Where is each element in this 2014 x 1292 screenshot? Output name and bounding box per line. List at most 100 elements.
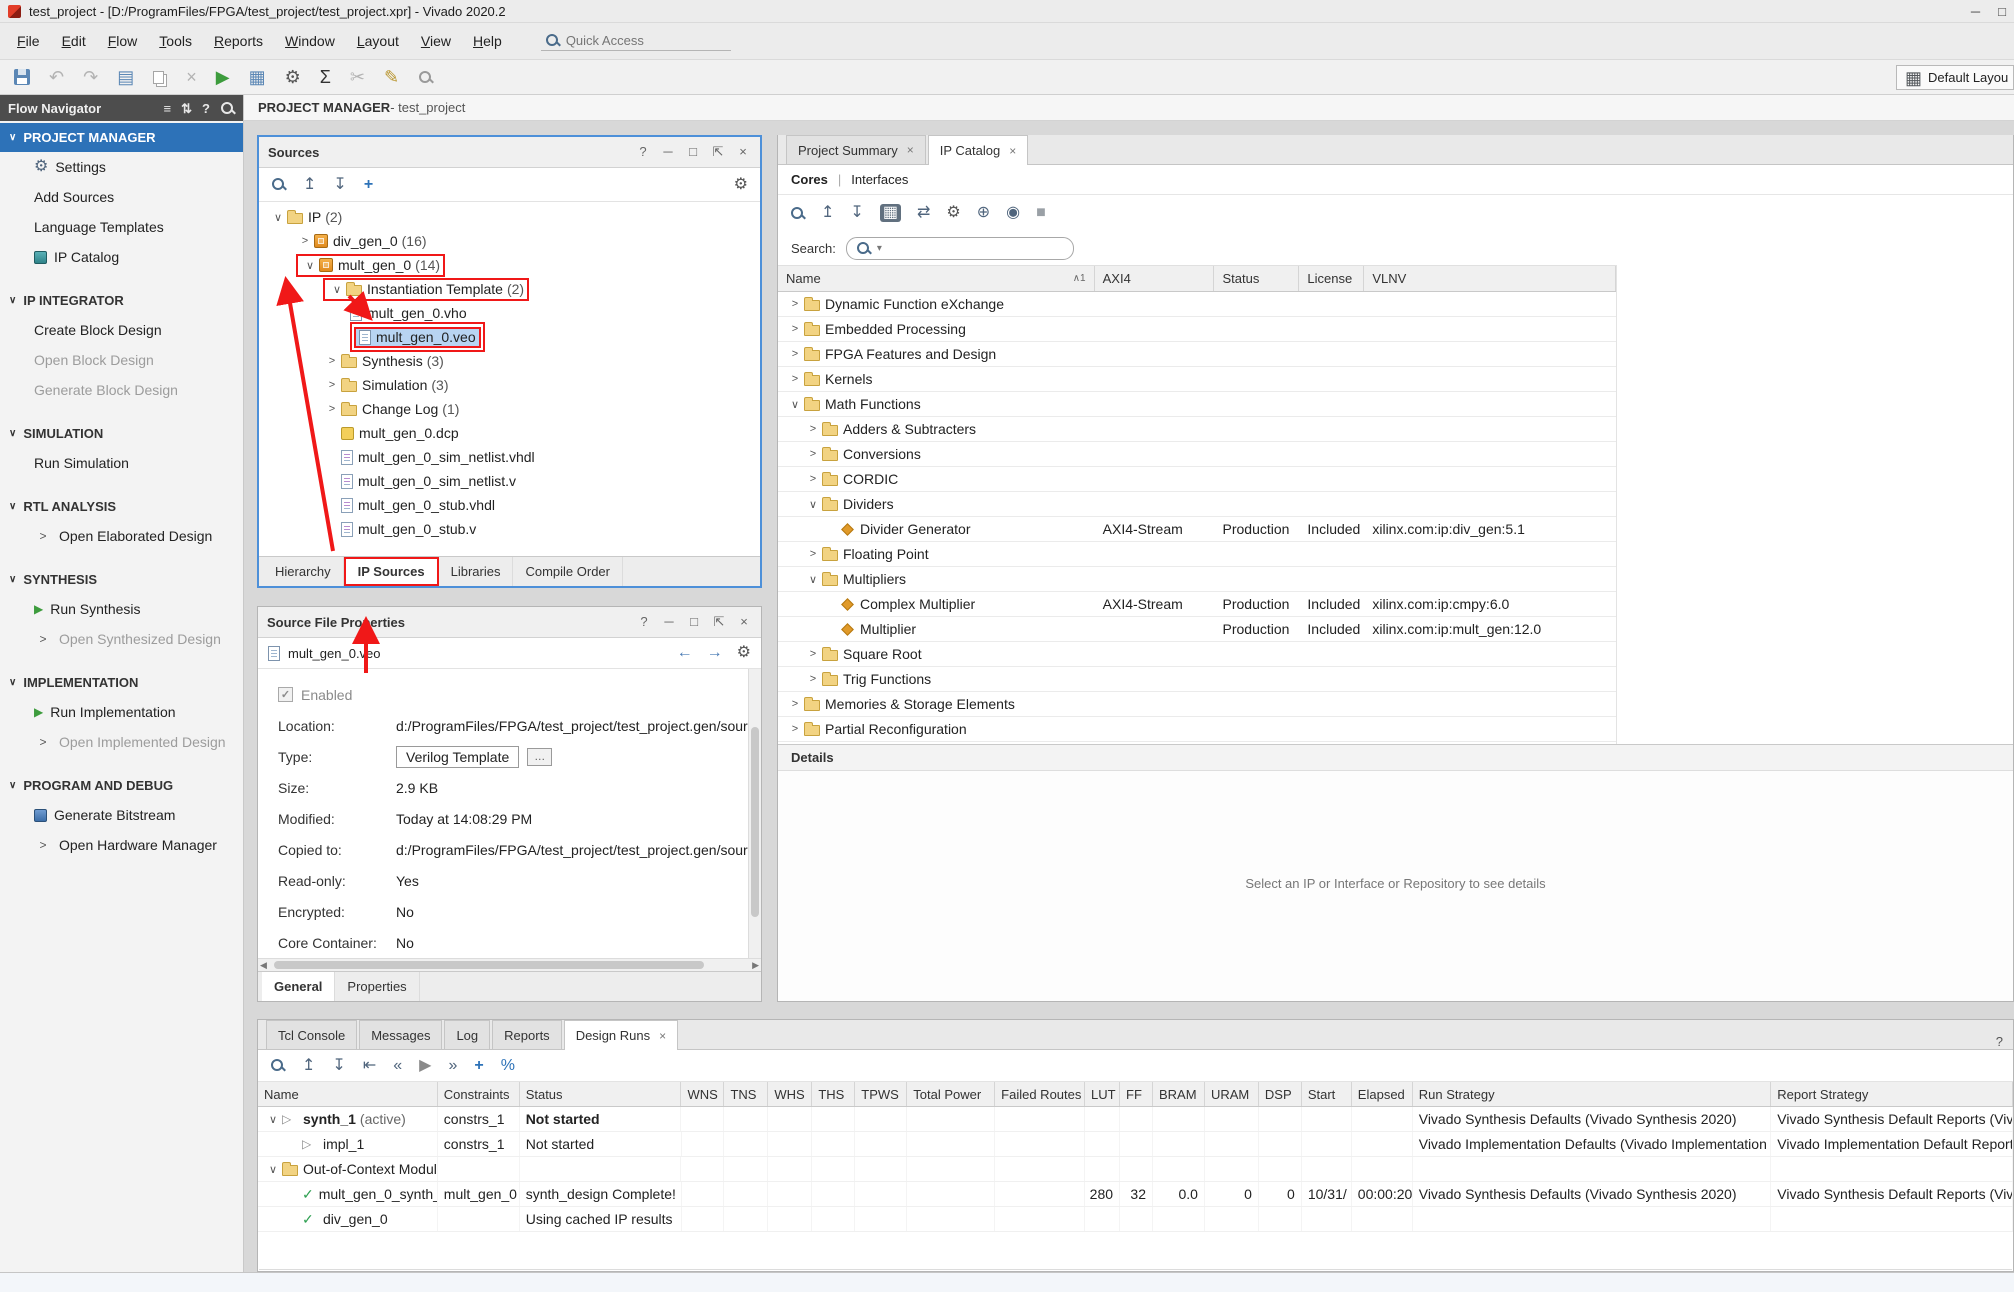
flow-item-open-elaborated-design[interactable]: >Open Elaborated Design <box>0 521 243 551</box>
column-header-ff[interactable]: FF <box>1120 1082 1153 1106</box>
run-selected-icon[interactable]: ▶ <box>419 1058 431 1074</box>
flow-section-header-synthesis[interactable]: ∨SYNTHESIS <box>0 565 243 594</box>
chevron-down-icon[interactable]: ∨ <box>269 211 287 224</box>
window-maximize-button[interactable]: □ <box>1998 4 2006 19</box>
chevron-right-icon[interactable]: > <box>323 355 341 367</box>
tab-general[interactable]: General <box>262 972 335 1001</box>
run-row-out-of-context-module-runs[interactable]: ∨Out-of-Context Module Runs <box>258 1157 2013 1182</box>
chevron-right-icon[interactable]: > <box>786 723 804 735</box>
ip-row-square-root[interactable]: >Square Root <box>778 642 1616 667</box>
ip-row-partial-reconfiguration[interactable]: >Partial Reconfiguration <box>778 717 1616 742</box>
column-header-constraints[interactable]: Constraints <box>438 1082 520 1106</box>
column-header-name[interactable]: Name∧1 <box>778 266 1095 291</box>
settings-icon[interactable]: ⚙ <box>737 645 751 661</box>
two-pane-icon[interactable]: ⇄ <box>917 205 930 221</box>
flow-section-header-program-and-debug[interactable]: ∨PROGRAM AND DEBUG <box>0 771 243 800</box>
tab-compile-order[interactable]: Compile Order <box>513 557 623 586</box>
tree-item-mult-gen-0-stub-v[interactable]: mult_gen_0_stub.v <box>259 517 760 541</box>
add-sources-icon[interactable]: + <box>364 177 373 193</box>
column-header-license[interactable]: License <box>1299 266 1364 291</box>
flow-item-ip-catalog[interactable]: IP Catalog <box>0 242 243 272</box>
chevron-right-icon[interactable]: > <box>786 323 804 335</box>
forward-icon[interactable]: » <box>448 1058 457 1074</box>
column-header-vlnv[interactable]: VLNV <box>1364 266 1616 291</box>
tree-item-mult-gen-0-sim-netlist-vhdl[interactable]: mult_gen_0_sim_netlist.vhdl <box>259 445 760 469</box>
chevron-right-icon[interactable]: > <box>34 735 52 749</box>
tab-hierarchy[interactable]: Hierarchy <box>263 557 344 586</box>
chevron-down-icon[interactable]: ∨ <box>264 1163 282 1176</box>
chevron-right-icon[interactable]: > <box>323 379 341 391</box>
ip-row-conversions[interactable]: >Conversions <box>778 442 1616 467</box>
ip-row-divider-generator[interactable]: Divider GeneratorAXI4-StreamProductionIn… <box>778 517 1616 542</box>
column-header-failed-routes[interactable]: Failed Routes <box>995 1082 1085 1106</box>
save-icon[interactable] <box>14 69 30 85</box>
menu-help[interactable]: Help <box>462 23 513 59</box>
column-header-status[interactable]: Status <box>520 1082 682 1106</box>
expand-all-icon[interactable]: ↧ <box>333 177 346 193</box>
close-icon[interactable]: × <box>736 614 752 630</box>
column-header-run-strategy[interactable]: Run Strategy <box>1413 1082 1772 1106</box>
expand-all-icon[interactable]: ↧ <box>332 1058 345 1074</box>
column-header-tns[interactable]: TNS <box>724 1082 768 1106</box>
collapse-all-icon[interactable]: ↥ <box>821 205 834 221</box>
flow-item-language-templates[interactable]: Language Templates <box>0 212 243 242</box>
menu-window[interactable]: Window <box>274 23 346 59</box>
sources-panel-header[interactable]: Sources ?─□⇱× <box>259 137 760 168</box>
ip-row-floating-point[interactable]: >Floating Point <box>778 542 1616 567</box>
delete-icon[interactable]: × <box>186 68 197 86</box>
collapse-all-icon[interactable]: ↥ <box>303 177 316 193</box>
redo-icon[interactable]: ↷ <box>83 68 98 86</box>
properties-horizontal-scrollbar[interactable]: ◀ ▶ <box>258 958 761 971</box>
find-icon[interactable] <box>220 101 235 116</box>
tab-properties[interactable]: Properties <box>335 972 419 1001</box>
tab-ip-catalog[interactable]: IP Catalog× <box>928 135 1028 165</box>
help-icon[interactable]: ? <box>636 614 652 630</box>
expand-all-icon[interactable]: ↧ <box>850 205 863 221</box>
cut-icon[interactable]: ✂ <box>350 68 365 86</box>
tree-item-mult-gen-0-veo[interactable]: mult_gen_0.veo <box>259 325 760 349</box>
tree-item-simulation[interactable]: >Simulation(3) <box>259 373 760 397</box>
group-by-taxonomy-icon[interactable]: ▦ <box>880 204 901 222</box>
flow-section-header-implementation[interactable]: ∨IMPLEMENTATION <box>0 668 243 697</box>
column-header-status[interactable]: Status <box>1214 266 1299 291</box>
column-header-wns[interactable]: WNS <box>681 1082 724 1106</box>
run-row-synth-1[interactable]: ∨▷synth_1(active)constrs_1Not startedViv… <box>258 1107 2013 1132</box>
maximize-icon[interactable]: □ <box>686 614 702 630</box>
flow-item-add-sources[interactable]: Add Sources <box>0 182 243 212</box>
undo-icon[interactable]: ↶ <box>49 68 64 86</box>
forward-icon[interactable]: → <box>707 645 723 661</box>
properties-panel-header[interactable]: Source File Properties ?─□⇱× <box>258 607 761 638</box>
flow-item-open-implemented-design[interactable]: >Open Implemented Design <box>0 727 243 757</box>
menu-view[interactable]: View <box>410 23 462 59</box>
chevron-down-icon[interactable]: ∨ <box>328 283 346 296</box>
help-icon[interactable]: ? <box>202 102 210 115</box>
probe-icon[interactable] <box>418 70 433 85</box>
flow-item-create-block-design[interactable]: Create Block Design <box>0 315 243 345</box>
rewind-icon[interactable]: « <box>393 1058 402 1074</box>
dock-icon[interactable]: ≡ <box>164 102 172 115</box>
window-minimize-button[interactable]: ─ <box>1971 4 1980 19</box>
tree-item-div-gen-0[interactable]: >div_gen_0(16) <box>259 229 760 253</box>
help-icon[interactable]: ? <box>635 144 651 160</box>
column-header-whs[interactable]: WHS <box>768 1082 812 1106</box>
stop-icon[interactable]: ■ <box>1036 205 1046 221</box>
chevron-down-icon[interactable]: ∨ <box>804 498 822 511</box>
float-icon[interactable]: ⇱ <box>710 144 726 160</box>
percent-icon[interactable]: % <box>501 1058 515 1074</box>
subtab-cores[interactable]: Cores <box>791 172 828 187</box>
column-header-ths[interactable]: THS <box>812 1082 855 1106</box>
tab-ip-sources[interactable]: IP Sources <box>344 557 439 586</box>
run-row-impl-1[interactable]: ▷impl_1constrs_1Not startedVivado Implem… <box>258 1132 2013 1157</box>
chevron-right-icon[interactable]: > <box>804 473 822 485</box>
scroll-left-icon[interactable]: ◀ <box>260 959 267 972</box>
ip-row-complex-multiplier[interactable]: Complex MultiplierAXI4-StreamProductionI… <box>778 592 1616 617</box>
tree-item-instantiation-template[interactable]: ∨Instantiation Template(2) <box>259 277 760 301</box>
column-header-dsp[interactable]: DSP <box>1259 1082 1302 1106</box>
chevron-right-icon[interactable]: > <box>804 673 822 685</box>
ip-row-dynamic-function-exchange[interactable]: >Dynamic Function eXchange <box>778 292 1616 317</box>
run-row-div-gen-0[interactable]: ✓div_gen_0Using cached IP results <box>258 1207 2013 1232</box>
chevron-right-icon[interactable]: > <box>786 348 804 360</box>
float-icon[interactable]: ⇱ <box>711 614 727 630</box>
ip-row-fpga-features-and-design[interactable]: >FPGA Features and Design <box>778 342 1616 367</box>
close-icon[interactable]: × <box>907 143 914 157</box>
